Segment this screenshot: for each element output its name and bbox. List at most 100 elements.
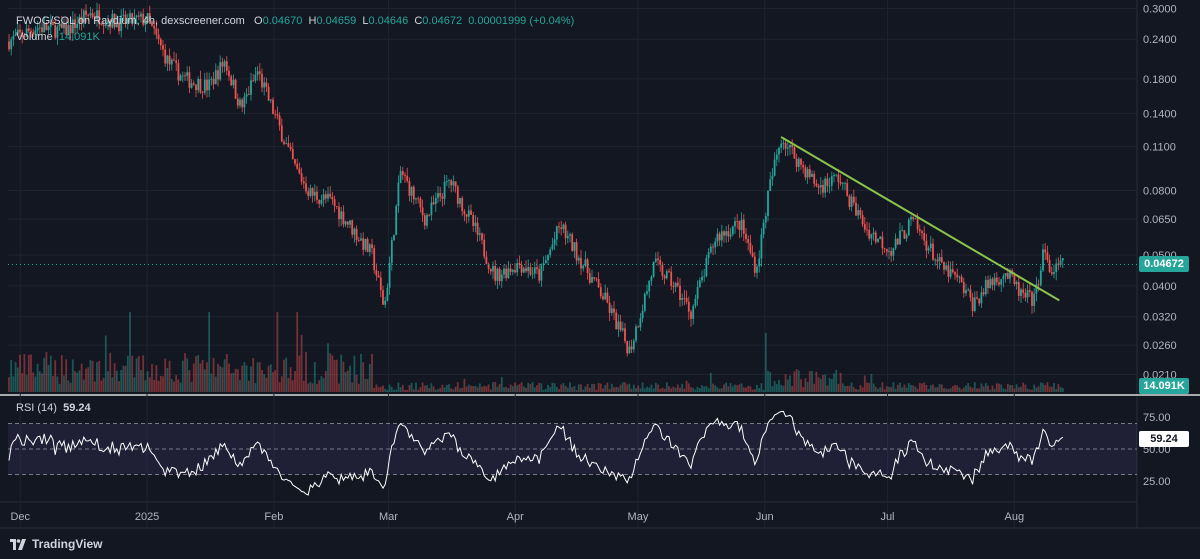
tradingview-logo[interactable]: TradingView — [10, 537, 102, 551]
candle-body — [676, 282, 679, 286]
candle-body — [1046, 252, 1049, 260]
candle-body — [657, 258, 659, 261]
volume-bar — [566, 387, 569, 392]
candle-body — [786, 147, 789, 149]
volume-bar — [841, 383, 844, 392]
volume-bar — [505, 386, 508, 392]
volume-bar — [588, 387, 591, 392]
candle-body — [311, 188, 314, 196]
candle-body — [239, 99, 241, 106]
candle-body — [520, 264, 523, 273]
candle-body — [483, 239, 486, 257]
candle-body — [291, 148, 294, 160]
candle-body — [258, 71, 261, 74]
candle-body — [335, 205, 338, 207]
volume-bar — [795, 369, 798, 392]
time-axis-label: 2025 — [135, 511, 159, 523]
candle-body — [588, 273, 591, 283]
volume-bar — [74, 371, 76, 392]
candle-body — [1026, 290, 1029, 298]
candle-body — [184, 75, 186, 77]
candle-body — [885, 248, 888, 252]
price-axis-label: 0.1400 — [1143, 108, 1177, 120]
ohlc-high-value: 0.04659 — [316, 15, 357, 27]
volume-bar — [179, 382, 182, 392]
volume-bar — [778, 379, 780, 392]
volume-bar — [311, 383, 314, 392]
volume-bar — [267, 365, 270, 392]
candle-body — [423, 215, 426, 226]
volume-bar — [122, 365, 125, 392]
candle-body — [727, 231, 730, 237]
candle-body — [872, 232, 875, 235]
candle-body — [716, 233, 719, 242]
volume-bar — [379, 386, 382, 392]
price-axis-label: 0.1100 — [1143, 142, 1176, 154]
candle-body — [474, 222, 477, 226]
volume-bar — [833, 373, 835, 392]
volume-bar — [221, 367, 224, 392]
candle-body — [397, 182, 400, 206]
candle-body — [276, 114, 279, 116]
volume-bar — [157, 380, 160, 392]
candle-body — [859, 210, 862, 216]
candle-body — [452, 181, 455, 186]
candle-body — [932, 243, 934, 260]
volume-bar — [298, 355, 301, 392]
volume-bar — [465, 386, 468, 392]
candle-body — [663, 275, 666, 279]
candle-body — [368, 244, 371, 253]
volume-bar — [569, 382, 571, 392]
candle-body — [254, 74, 257, 81]
candle-body — [690, 311, 692, 319]
volume-bar — [984, 383, 987, 392]
volume-bar — [384, 388, 387, 392]
candle-body — [632, 340, 635, 350]
volume-bar — [32, 372, 35, 392]
volume-bar — [8, 377, 10, 392]
candle-body — [602, 296, 604, 300]
volume-bar — [302, 380, 305, 392]
candle-body — [168, 55, 171, 65]
candle-body — [177, 63, 180, 81]
candle-body — [208, 79, 211, 91]
volume-bar — [907, 383, 910, 392]
candle-body — [278, 115, 281, 126]
candle-body — [175, 60, 178, 64]
candle-body — [294, 159, 296, 164]
volume-bar — [1024, 384, 1027, 392]
candle-body — [1000, 279, 1003, 285]
candle-body — [923, 232, 926, 241]
candle-body — [784, 142, 787, 149]
candle-body — [280, 125, 283, 142]
volume-bar — [597, 382, 600, 392]
candle-body — [808, 169, 811, 177]
candle-body — [725, 231, 728, 236]
candle-body — [261, 73, 263, 88]
candle-body — [269, 99, 272, 101]
volume-bar — [159, 375, 162, 392]
candle-body — [162, 45, 164, 50]
volume-bar — [1035, 387, 1038, 392]
volume-bar — [137, 356, 140, 392]
volume-bar — [285, 357, 288, 392]
volume-bar — [223, 359, 226, 392]
candle-body — [599, 287, 602, 297]
candle-body — [918, 229, 921, 232]
volume-bar — [441, 384, 444, 392]
volume-bar — [87, 367, 90, 392]
volume-bar — [553, 383, 556, 392]
volume-bar — [670, 388, 673, 392]
volume-bar — [544, 388, 547, 392]
volume-bar — [962, 387, 965, 392]
volume-bar — [113, 363, 116, 392]
candle-body — [199, 78, 202, 93]
candle-body — [8, 41, 10, 50]
candle-body — [1037, 284, 1040, 286]
volume-bar — [36, 363, 39, 392]
candle-body — [881, 236, 884, 249]
candle-body — [971, 297, 974, 311]
candle-body — [544, 260, 547, 264]
candle-body — [835, 174, 838, 176]
price-chart[interactable]: 0.3000 0.2400 0.1800 0.1400 0.1100 0.0800 0.06… — [0, 0, 1200, 559]
